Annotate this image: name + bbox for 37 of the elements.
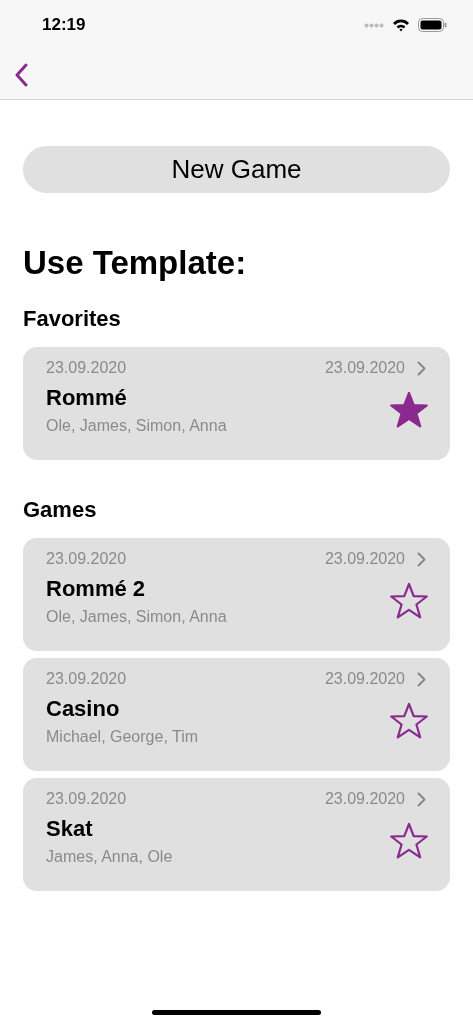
- game-date: 23.09.2020: [46, 670, 127, 688]
- game-date: 23.09.2020: [324, 550, 405, 568]
- chevron-icon: [417, 791, 426, 807]
- game-card[interactable]: 23.09.2020 23.09.2020 Rommé 2 Ole, James, Simon, Anna: [23, 538, 450, 651]
- chevron-icon: [417, 671, 426, 687]
- chevron-icon: [417, 360, 426, 376]
- game-date: 23.09.2020: [324, 359, 405, 377]
- game-card[interactable]: 23.09.2020 23.09.2020 Skat James, Anna, Ole: [23, 778, 450, 891]
- game-players: Michael, George, Tim: [46, 728, 199, 746]
- signal-icon: [364, 22, 384, 28]
- star-icon[interactable]: [389, 582, 429, 620]
- game-date: 23.09.2020: [46, 790, 127, 808]
- new-game-button[interactable]: New Game: [23, 146, 450, 193]
- section-title: Games: [23, 496, 98, 524]
- game-players: Ole, James, Simon, Anna: [46, 417, 227, 435]
- game-card[interactable]: 23.09.2020 23.09.2020 Casino Michael, George, Tim: [23, 658, 450, 771]
- status-time: 12:19: [42, 15, 86, 35]
- game-name: Rommé 2: [46, 576, 147, 602]
- game-date: 23.09.2020: [46, 550, 127, 568]
- star-icon[interactable]: [389, 702, 429, 740]
- wifi-icon: [392, 18, 410, 32]
- chevron-icon: [417, 551, 426, 567]
- game-name: Skat: [46, 816, 94, 842]
- game-players: James, Anna, Ole: [46, 848, 173, 866]
- game-card[interactable]: 23.09.2020 23.09.2020 Rommé Ole, James, Simon, Anna: [23, 347, 450, 460]
- battery-icon: [418, 18, 447, 32]
- game-name: Rommé: [46, 385, 128, 411]
- game-date: 23.09.2020: [324, 670, 405, 688]
- game-date: 23.09.2020: [324, 790, 405, 808]
- section-title: Favorites: [23, 305, 122, 333]
- star-icon[interactable]: [389, 822, 429, 860]
- back-button[interactable]: [14, 63, 28, 87]
- game-players: Ole, James, Simon, Anna: [46, 608, 227, 626]
- game-name: Casino: [46, 696, 121, 722]
- star-icon[interactable]: [389, 391, 429, 429]
- game-date: 23.09.2020: [46, 359, 127, 377]
- heading: Use Template:: [23, 243, 248, 283]
